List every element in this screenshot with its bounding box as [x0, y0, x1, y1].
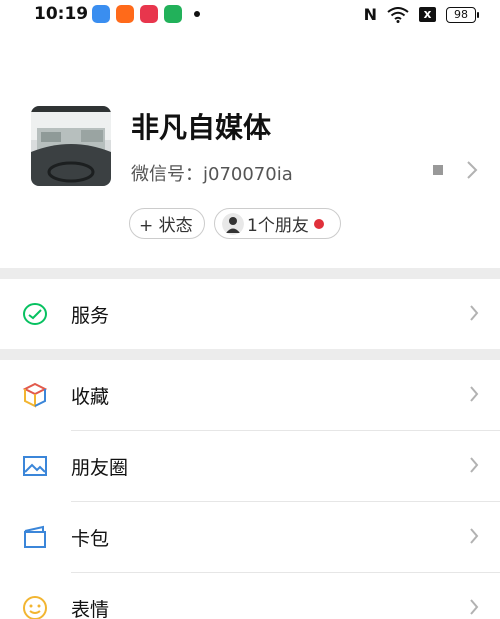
red-app-icon — [140, 5, 158, 23]
moments-image-icon — [23, 456, 47, 476]
unread-dot-icon — [313, 218, 324, 229]
chevron-right-icon — [470, 457, 479, 473]
nfc-icon: N — [363, 5, 377, 24]
avatar[interactable] — [31, 106, 111, 186]
menu-item-cards[interactable]: 卡包 — [0, 502, 500, 572]
menu-label-cards: 卡包 — [71, 528, 110, 550]
battery-icon: 98 — [446, 6, 479, 23]
menu-item-stickers[interactable]: 表情 — [0, 573, 500, 619]
menu-item-service[interactable]: 服务 — [0, 279, 500, 349]
chevron-right-icon — [470, 599, 479, 615]
chevron-right-icon[interactable] — [466, 160, 478, 180]
wechat-id: 微信号：j070070ia — [131, 164, 293, 185]
menu-label-service: 服务 — [71, 305, 110, 327]
qr-code-icon[interactable] — [433, 165, 443, 175]
favorites-cube-icon — [22, 382, 48, 408]
status-time: 10:19 — [34, 4, 89, 24]
x-status-icon: x — [419, 7, 436, 22]
green-app-icon — [164, 5, 182, 23]
status-app-icons — [92, 5, 200, 23]
menu-label-stickers: 表情 — [71, 599, 110, 619]
chevron-right-icon — [470, 305, 479, 321]
friends-status-button[interactable]: 1个朋友 — [214, 208, 341, 239]
blue-app-icon — [92, 5, 110, 23]
chevron-right-icon — [470, 386, 479, 402]
add-status-label: + 状态 — [139, 216, 193, 236]
friends-label: 1个朋友 — [247, 216, 309, 236]
car-interior-photo — [31, 106, 111, 186]
add-status-button[interactable]: + 状态 — [129, 208, 205, 239]
menu-item-moments[interactable]: 朋友圈 — [0, 431, 500, 501]
profile-name: 非凡自媒体 — [131, 111, 272, 144]
menu-label-favorites: 收藏 — [71, 386, 110, 408]
taobao-icon — [116, 5, 134, 23]
chevron-right-icon — [470, 528, 479, 544]
status-right: N x 98 — [363, 5, 479, 24]
section-separator — [0, 268, 500, 279]
notification-dot-icon — [194, 11, 200, 17]
menu-label-moments: 朋友圈 — [71, 457, 129, 479]
section-separator — [0, 349, 500, 360]
friend-avatar-icon — [222, 212, 244, 235]
service-icon — [23, 303, 47, 325]
smiley-face-icon — [23, 596, 47, 619]
status-bar: 10:19 N x 98 — [0, 0, 500, 30]
wifi-icon — [387, 6, 409, 23]
card-wallet-icon — [24, 525, 46, 548]
menu-item-favorites[interactable]: 收藏 — [0, 360, 500, 430]
